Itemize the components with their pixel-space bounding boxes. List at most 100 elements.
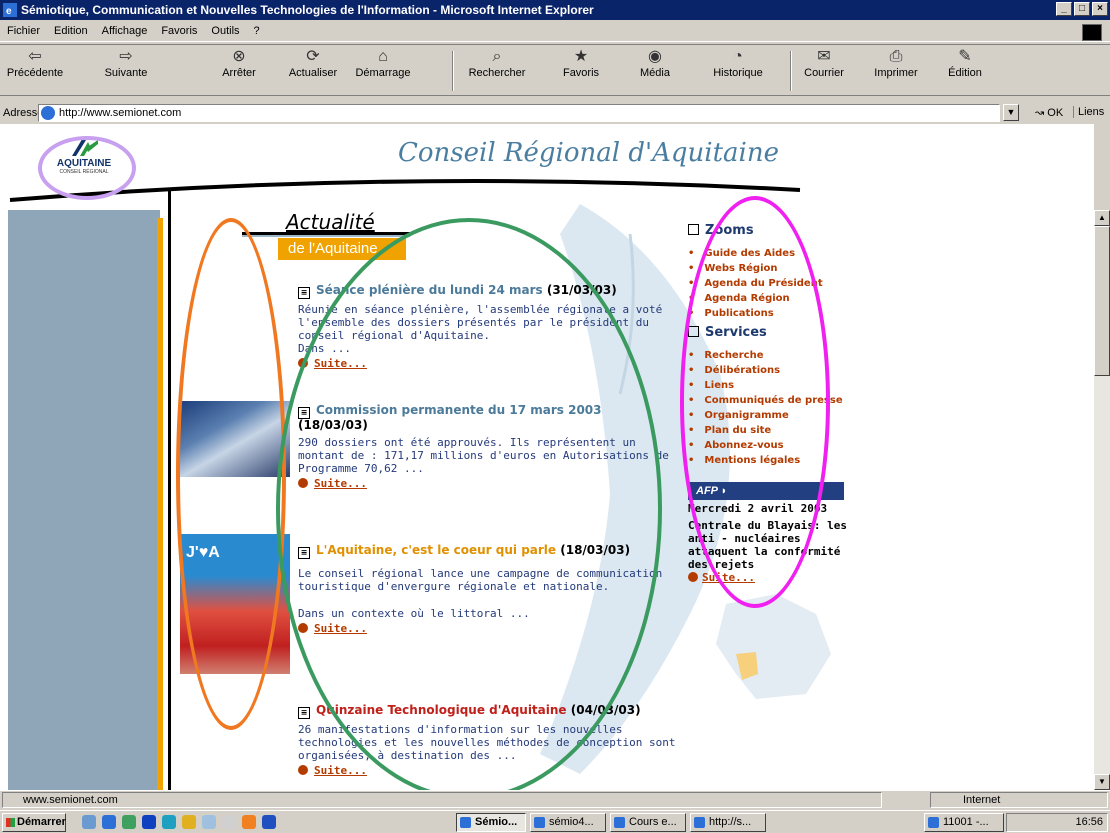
read-more-link[interactable]: Suite... bbox=[298, 357, 688, 370]
start-button[interactable]: Démarrer bbox=[2, 813, 66, 832]
service-link[interactable]: Abonnez-vous bbox=[684, 438, 844, 453]
minimize-button[interactable]: _ bbox=[1056, 2, 1072, 16]
maximize-button[interactable]: □ bbox=[1074, 2, 1090, 16]
service-link[interactable]: Mentions légales bbox=[684, 453, 844, 468]
france-map[interactable] bbox=[706, 594, 836, 704]
svg-text:e: e bbox=[6, 6, 12, 17]
service-link[interactable]: Recherche bbox=[684, 348, 844, 363]
refresh-button[interactable]: ⟳ Actualiser bbox=[280, 47, 346, 79]
forward-arrow-icon: ⇨ bbox=[119, 48, 133, 65]
media-button[interactable]: ◉ Média bbox=[630, 47, 680, 79]
menu-edition[interactable]: Edition bbox=[47, 25, 95, 37]
menu-help[interactable]: ? bbox=[247, 25, 267, 37]
news-heading[interactable]: ≡ Commission permanente du 17 mars 2003 (1… bbox=[298, 404, 688, 432]
zoom-link[interactable]: Guide des Aides bbox=[684, 246, 844, 261]
task-button-11001[interactable]: 11001 -... bbox=[924, 813, 1004, 832]
address-dropdown-button[interactable]: ▼ bbox=[1003, 104, 1019, 121]
service-link[interactable]: Communiqués de presse bbox=[684, 393, 844, 408]
news-tail: Dans un contexte où le littoral ... bbox=[298, 607, 530, 620]
news-heading[interactable]: ≡ Quinzaine Technologique d'Aquitaine (04… bbox=[298, 704, 688, 719]
task-button-cours[interactable]: Cours e... bbox=[610, 813, 686, 832]
menu-outils[interactable]: Outils bbox=[204, 25, 246, 37]
service-link[interactable]: Liens bbox=[684, 378, 844, 393]
word-icon[interactable] bbox=[262, 815, 276, 829]
powerpoint-icon[interactable] bbox=[242, 815, 256, 829]
read-more-link[interactable]: Suite... bbox=[298, 477, 688, 490]
page-icon bbox=[41, 106, 55, 120]
links-button[interactable]: Liens bbox=[1073, 106, 1104, 118]
news-item: ≡ Séance plénière du lundi 24 mars (31/03… bbox=[298, 284, 688, 370]
task-button-semio[interactable]: Sémio... bbox=[456, 813, 526, 832]
close-button[interactable]: × bbox=[1092, 2, 1108, 16]
document-icon bbox=[688, 224, 699, 235]
calendar-icon[interactable] bbox=[222, 815, 236, 829]
service-link[interactable]: Délibérations bbox=[684, 363, 844, 378]
desktop-icon[interactable] bbox=[82, 815, 96, 829]
address-label: Adresse bbox=[3, 107, 44, 119]
divider-line bbox=[168, 188, 171, 790]
outlook-icon[interactable] bbox=[122, 815, 136, 829]
zoom-link[interactable]: Publications bbox=[684, 306, 844, 321]
vertical-scrollbar[interactable]: ▲ ▼ bbox=[1094, 210, 1110, 790]
read-more-link[interactable]: Suite... bbox=[298, 764, 688, 777]
edit-button[interactable]: ✎ Édition bbox=[940, 47, 990, 79]
scroll-up-button[interactable]: ▲ bbox=[1094, 210, 1110, 226]
news-heading[interactable]: ≡ L'Aquitaine, c'est le coeur qui parle (… bbox=[298, 544, 688, 559]
search-button[interactable]: ⌕ Rechercher bbox=[462, 47, 532, 79]
document-icon: ≡ bbox=[298, 547, 310, 559]
print-button[interactable]: ⎙ Imprimer bbox=[866, 47, 926, 79]
services-heading: Services bbox=[688, 325, 844, 340]
messenger-icon[interactable] bbox=[162, 815, 176, 829]
afp-banner: AFP ◗ bbox=[688, 482, 844, 500]
toolbar-separator bbox=[452, 51, 454, 91]
zoom-link[interactable]: Agenda Région bbox=[684, 291, 844, 306]
media-player-icon[interactable] bbox=[142, 815, 156, 829]
edit-icon: ✎ bbox=[958, 48, 972, 65]
zoom-link[interactable]: Webs Région bbox=[684, 261, 844, 276]
stop-button[interactable]: ⊗ Arrêter bbox=[214, 47, 264, 79]
news-heading[interactable]: ≡ Séance plénière du lundi 24 mars (31/03… bbox=[298, 284, 688, 299]
home-button[interactable]: ⌂ Démarrage bbox=[350, 47, 416, 79]
afp-news: Mercredi 2 avril 2003 Centrale du Blayai… bbox=[688, 502, 848, 584]
zoom-link[interactable]: Agenda du Président bbox=[684, 276, 844, 291]
campaign-thumbnail[interactable]: J'♥A bbox=[180, 534, 290, 674]
afp-headline[interactable]: Centrale du Blayais: les anti - nucléair… bbox=[688, 519, 848, 571]
news-item: ≡ Commission permanente du 17 mars 2003 (1… bbox=[298, 404, 688, 490]
task-button-semio4[interactable]: sémio4... bbox=[530, 813, 606, 832]
back-button[interactable]: ⇦ Précédente bbox=[4, 47, 66, 79]
document-icon: ≡ bbox=[298, 287, 310, 299]
menu-favoris[interactable]: Favoris bbox=[154, 25, 204, 37]
history-icon: ◔ bbox=[733, 48, 743, 65]
title-bar[interactable]: e Sémiotique, Communication et Nouvelles… bbox=[0, 0, 1110, 20]
status-bar: www.semionet.com Internet bbox=[0, 790, 1110, 808]
menu-fichier[interactable]: Fichier bbox=[0, 25, 47, 37]
favorites-button[interactable]: ★ Favoris bbox=[556, 47, 606, 79]
home-icon: ⌂ bbox=[378, 48, 388, 65]
read-more-link[interactable]: Suite... bbox=[298, 622, 688, 635]
service-link[interactable]: Plan du site bbox=[684, 423, 844, 438]
window-title: Sémiotique, Communication et Nouvelles T… bbox=[21, 3, 594, 17]
news-section-title: Actualité bbox=[286, 210, 375, 234]
service-link[interactable]: Organigramme bbox=[684, 408, 844, 423]
search-icon: ⌕ bbox=[492, 48, 502, 65]
go-button[interactable]: ↝ OK bbox=[1035, 106, 1063, 119]
toolbar-separator bbox=[790, 51, 792, 91]
news-body: Réunie en séance plénière, l'assemblée r… bbox=[298, 303, 663, 342]
menu-affichage[interactable]: Affichage bbox=[95, 25, 155, 37]
history-button[interactable]: ◔ Historique bbox=[706, 47, 770, 79]
address-input[interactable]: http://www.semionet.com bbox=[38, 104, 1000, 122]
building-thumbnail[interactable] bbox=[180, 401, 290, 477]
mail-button[interactable]: ✉ Courrier bbox=[796, 47, 852, 79]
task-button-http[interactable]: http://s... bbox=[690, 813, 766, 832]
explorer-icon[interactable] bbox=[202, 815, 216, 829]
ie-icon[interactable] bbox=[102, 815, 116, 829]
forward-button[interactable]: ⇨ Suivante bbox=[96, 47, 156, 79]
clock[interactable]: 16:56 bbox=[1075, 816, 1103, 828]
afp-date: Mercredi 2 avril 2003 bbox=[688, 502, 828, 515]
scroll-down-button[interactable]: ▼ bbox=[1094, 774, 1110, 790]
afp-read-more-link[interactable]: Suite... bbox=[688, 571, 848, 584]
page-title: Conseil Régional d'Aquitaine bbox=[398, 138, 779, 168]
ie-window: e Sémiotique, Communication et Nouvelles… bbox=[0, 0, 1110, 833]
paint-icon[interactable] bbox=[182, 815, 196, 829]
scroll-thumb[interactable] bbox=[1094, 226, 1110, 376]
